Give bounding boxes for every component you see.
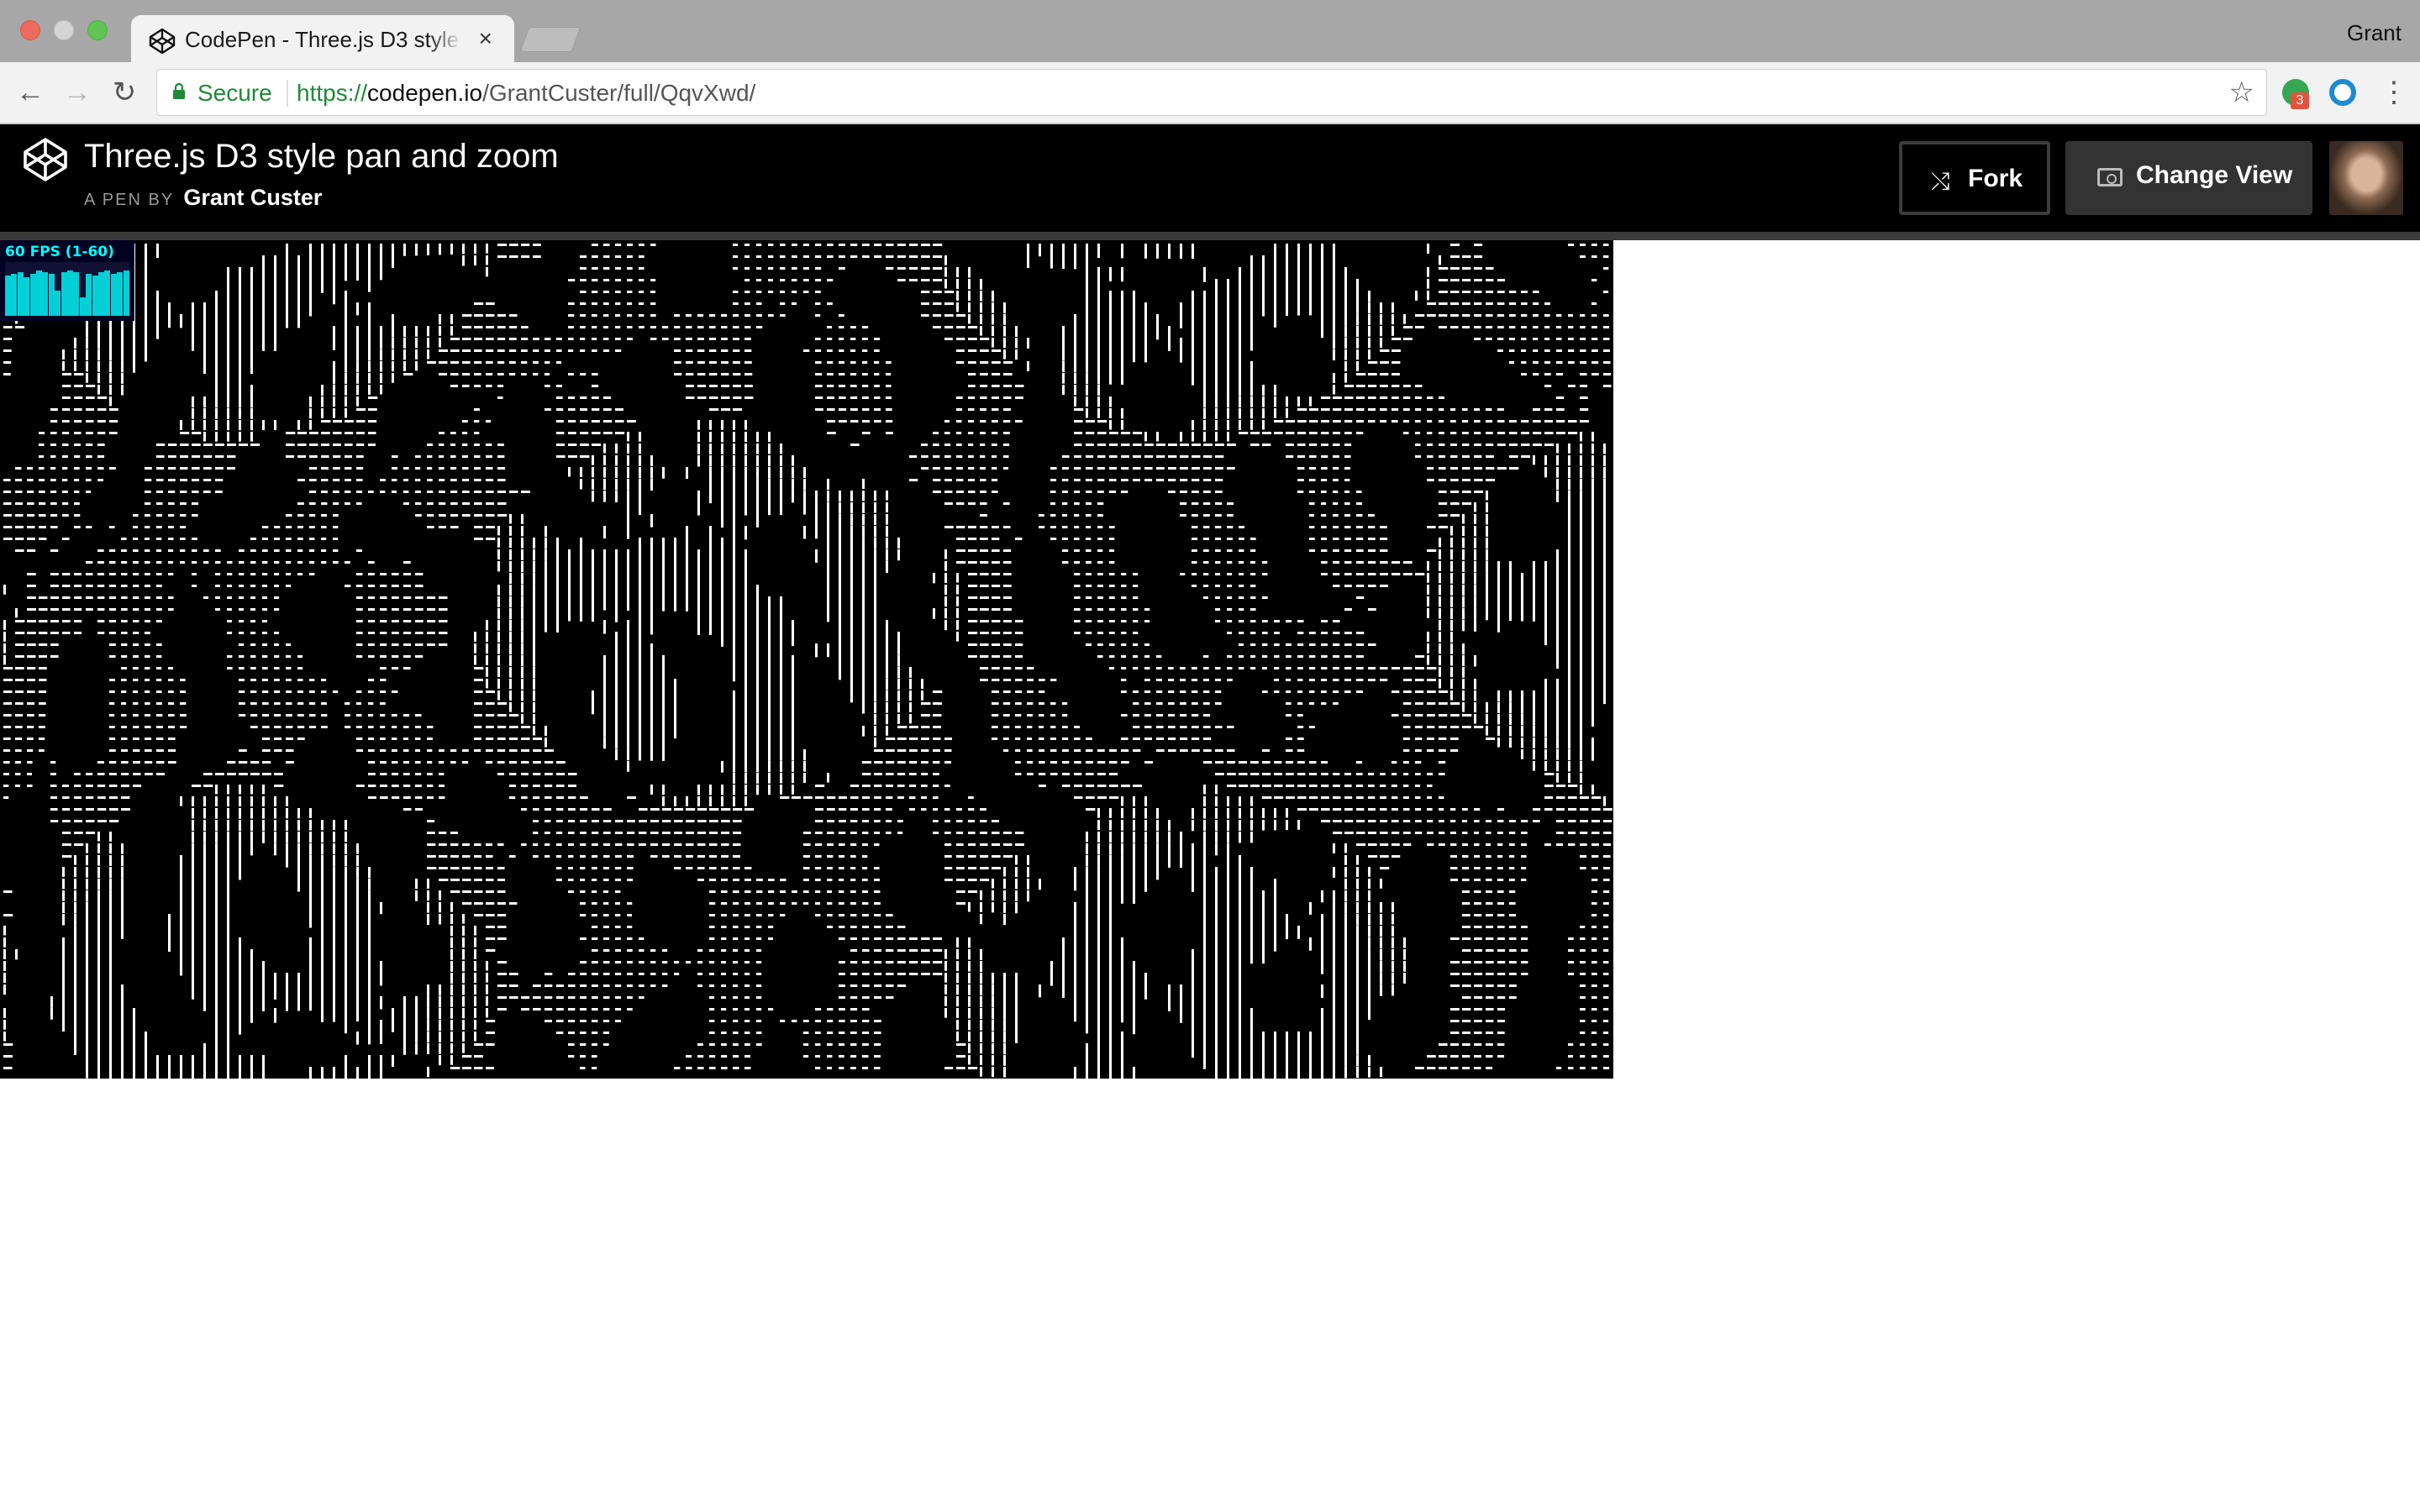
url-host: codepen.io bbox=[367, 80, 483, 106]
fps-graph-bar bbox=[55, 291, 61, 316]
new-tab-button[interactable] bbox=[519, 27, 581, 52]
codepen-favicon-icon bbox=[149, 28, 176, 55]
fps-graph-bar bbox=[11, 274, 18, 316]
fps-graph-bar bbox=[86, 274, 92, 316]
fps-graph-bar bbox=[73, 272, 80, 316]
fps-graph-bar bbox=[79, 297, 86, 316]
url-path: /GrantCuster/full/QqvXwd/ bbox=[482, 80, 756, 106]
change-view-label: Change View bbox=[2136, 161, 2293, 189]
fps-graph bbox=[5, 262, 129, 316]
fps-graph-bar bbox=[5, 276, 11, 316]
pen-author-link[interactable]: Grant Custer bbox=[183, 185, 322, 210]
browser-toolbar: ← → ↻ Secure https://codepen.io/GrantCus… bbox=[0, 62, 2420, 124]
reload-icon[interactable]: ↻ bbox=[108, 76, 141, 109]
maximize-window-button[interactable] bbox=[87, 20, 108, 40]
fork-label: Fork bbox=[1968, 165, 2023, 192]
fps-graph-bar bbox=[17, 272, 24, 316]
fps-stats-panel[interactable]: 60 FPS (1-60) bbox=[0, 240, 134, 321]
address-separator bbox=[287, 80, 288, 107]
extension-badge: 3 bbox=[2291, 92, 2309, 109]
forward-arrow-icon[interactable]: → bbox=[60, 76, 94, 109]
fps-graph-bar bbox=[123, 270, 129, 316]
browser-tab-active[interactable]: CodePen - Three.js D3 style pan and zoom… bbox=[131, 15, 514, 64]
secure-label: Secure bbox=[197, 80, 272, 106]
menu-dots-icon[interactable]: ⋮ bbox=[2380, 76, 2408, 109]
browser-titlebar: CodePen - Three.js D3 style pan and zoom… bbox=[0, 0, 2420, 64]
fps-graph-bar bbox=[60, 272, 67, 316]
codepen-logo-icon[interactable] bbox=[22, 136, 69, 183]
url-scheme: https:// bbox=[297, 80, 368, 106]
particle-field bbox=[3, 244, 1612, 1079]
user-avatar[interactable] bbox=[2329, 141, 2403, 215]
tab-title: CodePen - Three.js D3 style pan and zoom bbox=[185, 27, 462, 53]
fps-readout: 60 FPS (1-60) bbox=[5, 244, 114, 260]
fps-graph-bar bbox=[92, 276, 98, 316]
pen-title: Three.js D3 style pan and zoom bbox=[84, 138, 559, 175]
extension-ring-icon[interactable] bbox=[2329, 79, 2356, 106]
profile-name[interactable]: Grant bbox=[2347, 20, 2402, 46]
address-bar[interactable]: Secure https://codepen.io/GrantCuster/fu… bbox=[156, 69, 2267, 116]
fps-graph-bar bbox=[29, 274, 36, 316]
pen-byline: A PEN BY Grant Custer bbox=[84, 185, 322, 211]
header-divider bbox=[0, 232, 2420, 240]
fork-icon: ⤭ bbox=[1931, 168, 1950, 194]
tab-close-icon[interactable]: × bbox=[479, 25, 492, 52]
change-view-button[interactable]: Change View bbox=[2065, 141, 2312, 215]
fps-graph-bar bbox=[117, 272, 124, 316]
close-window-button[interactable] bbox=[20, 20, 40, 40]
particle-dots bbox=[3, 244, 1612, 1079]
lock-icon bbox=[173, 83, 185, 99]
fps-graph-bar bbox=[24, 277, 30, 316]
byline-prefix: A PEN BY bbox=[84, 191, 174, 209]
threejs-canvas[interactable]: 60 FPS (1-60) bbox=[0, 240, 1613, 1079]
star-icon[interactable]: ☆ bbox=[2229, 76, 2254, 108]
back-arrow-icon[interactable]: ← bbox=[13, 76, 47, 109]
view-icon bbox=[2097, 168, 2123, 186]
codepen-header: Three.js D3 style pan and zoom A PEN BY … bbox=[0, 124, 2420, 232]
fps-graph-bar bbox=[110, 274, 117, 316]
fps-graph-bar bbox=[98, 272, 104, 316]
fps-graph-bar bbox=[48, 274, 55, 316]
minimize-window-button[interactable] bbox=[54, 20, 74, 40]
fps-graph-bar bbox=[36, 270, 42, 316]
fps-graph-bar bbox=[104, 270, 111, 316]
fps-graph-bar bbox=[67, 270, 73, 316]
fps-graph-bar bbox=[42, 272, 49, 316]
fork-button[interactable]: ⤭ Fork bbox=[1899, 141, 2050, 215]
url-text[interactable]: https://codepen.io/GrantCuster/full/QqvX… bbox=[297, 80, 755, 107]
